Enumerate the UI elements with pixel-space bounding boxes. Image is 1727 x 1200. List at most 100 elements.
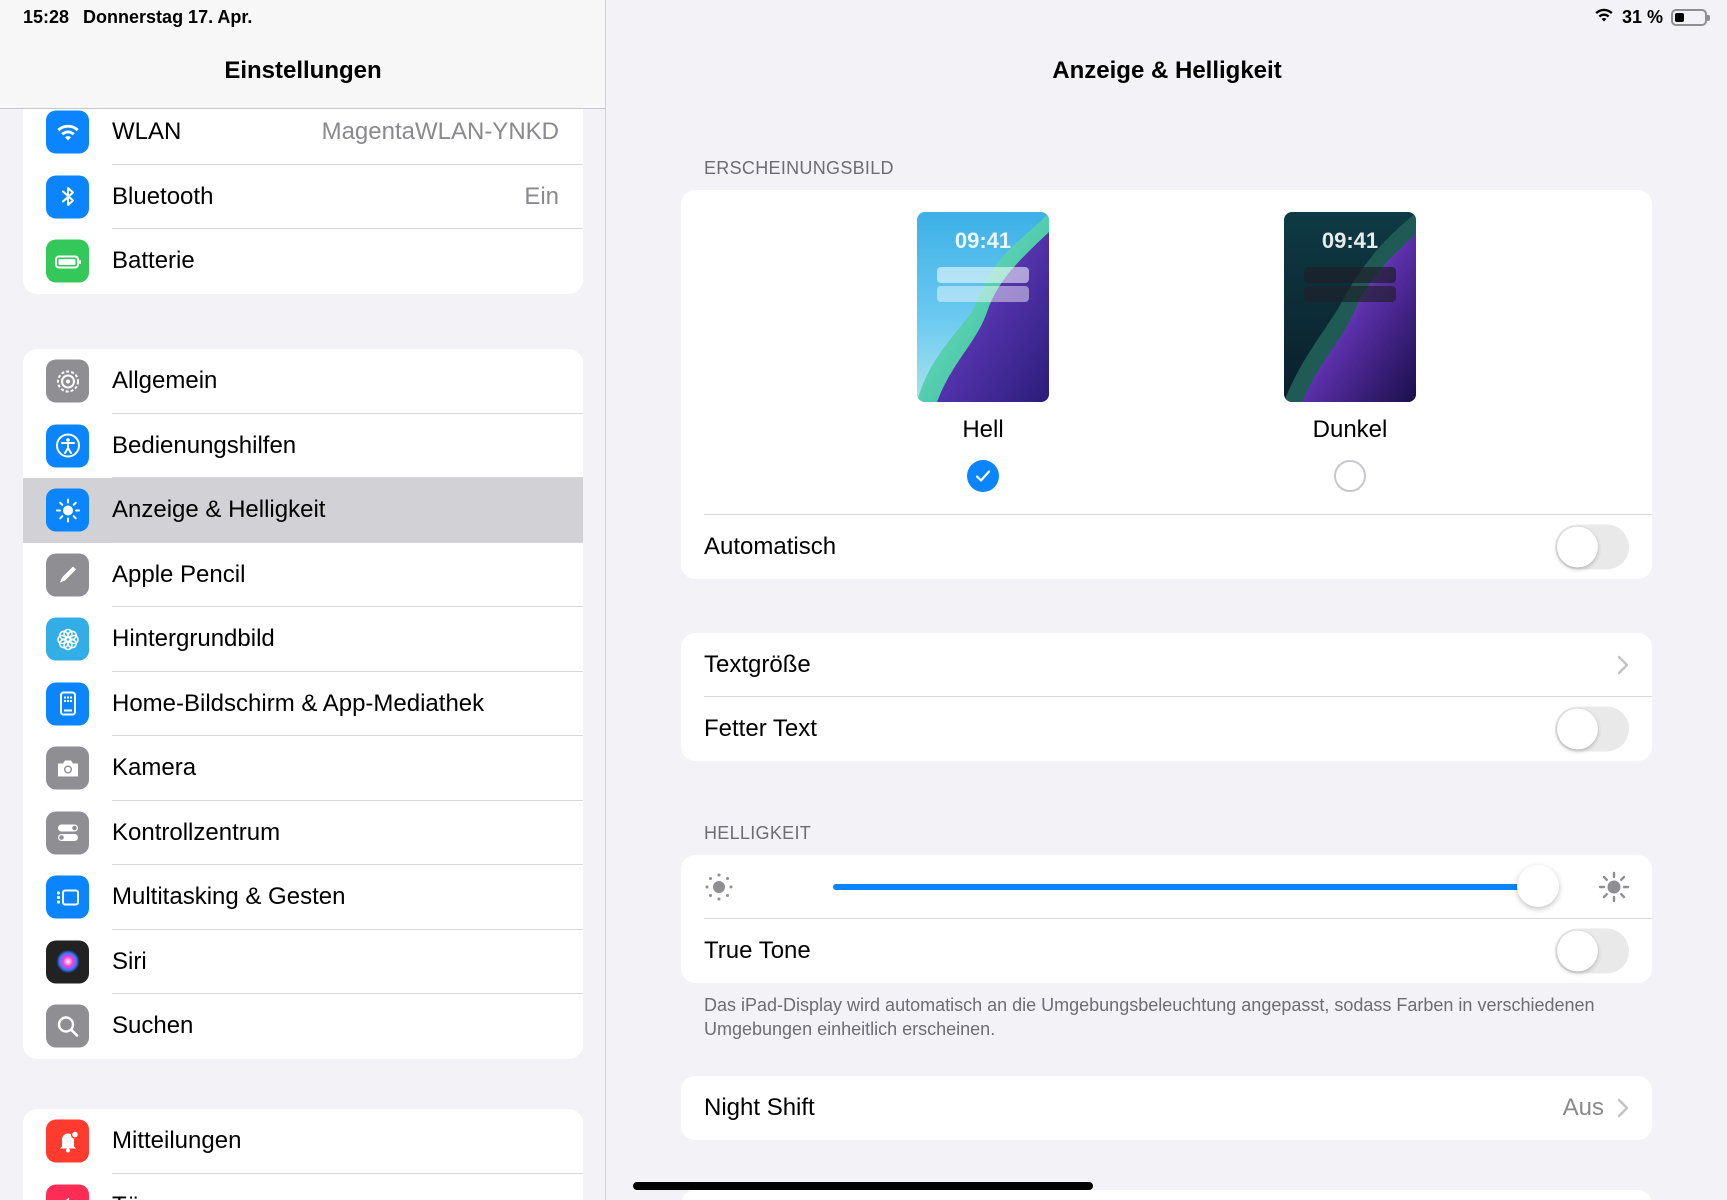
sidebar-item-value: MagentaWLAN-YNKD (321, 118, 559, 146)
wifi-status-icon (1594, 7, 1614, 28)
automatic-toggle[interactable] (1555, 524, 1629, 570)
sidebar-item-label: Multitasking & Gesten (112, 883, 346, 911)
chevron-right-icon (1617, 1098, 1629, 1118)
brightness-slider-row (681, 855, 1652, 919)
camera-icon (46, 746, 89, 790)
appearance-section-label: ERSCHEINUNGSBILD (704, 158, 894, 178)
settings-group-connectivity: WLAN MagentaWLAN-YNKD Bluetooth Ein Batterie (23, 100, 583, 294)
sidebar-item-kamera[interactable]: Kamera (23, 736, 583, 801)
switches-icon (46, 811, 89, 855)
sidebar: 15:28 Donnerstag 17. Apr. Einstellungen W… (0, 0, 606, 1200)
home-indicator[interactable] (633, 1182, 1093, 1190)
true-tone-row: True Tone (681, 919, 1652, 983)
status-time: 15:28 (23, 7, 70, 27)
sidebar-item-hintergrundbild[interactable]: Hintergrundbild (23, 607, 583, 672)
automatic-label: Automatisch (704, 533, 837, 560)
sidebar-item-label: Suchen (112, 1012, 194, 1040)
dark-preview-time: 09:41 (1321, 228, 1379, 253)
sidebar-item-mitteilungen[interactable]: Mitteilungen (23, 1109, 583, 1174)
sidebar-item-wlan[interactable]: WLAN MagentaWLAN-YNKD (23, 100, 583, 165)
brightness-card: True Tone (681, 855, 1652, 983)
battery-percentage: 31 % (1621, 7, 1663, 27)
sun-large-icon (1598, 871, 1630, 903)
brightness-slider-fill (833, 884, 1538, 890)
sidebar-item-töne[interactable]: Töne (23, 1174, 583, 1200)
sidebar-item-label: Kamera (112, 754, 197, 782)
accessibility-icon (46, 424, 89, 468)
toggle-knob (1557, 526, 1598, 568)
brightness-slider[interactable] (833, 865, 1559, 907)
sidebar-item-label: Siri (112, 947, 147, 975)
light-preview-widget (937, 286, 1029, 302)
checkmark-icon (975, 470, 991, 482)
pencil-icon (46, 553, 89, 597)
page-title: Anzeige & Helligkeit (1052, 57, 1282, 84)
sidebar-item-label: Bedienungshilfen (112, 431, 297, 459)
speaker-icon (46, 1184, 89, 1200)
theme-option-dark[interactable]: 09:41 Dunkel (1284, 212, 1416, 492)
sidebar-item-label: Mitteilungen (112, 1127, 242, 1155)
night-shift-label: Night Shift (704, 1094, 815, 1121)
light-preview-widget (937, 267, 1029, 283)
sidebar-item-label: Töne (112, 1192, 167, 1200)
multitasking-icon (46, 875, 89, 919)
home-screen-icon (46, 682, 89, 726)
sidebar-item-multitasking-gesten[interactable]: Multitasking & Gesten (23, 865, 583, 930)
sidebar-item-suchen[interactable]: Suchen (23, 994, 583, 1059)
light-preview-image[interactable]: 09:41 (917, 212, 1049, 402)
theme-dark-label: Dunkel (1312, 416, 1388, 443)
sidebar-item-kontrollzentrum[interactable]: Kontrollzentrum (23, 801, 583, 865)
night-shift-row[interactable]: Night Shift Aus (681, 1076, 1652, 1140)
text-size-row[interactable]: Textgröße (681, 633, 1652, 697)
flower-icon (46, 617, 89, 661)
magnifier-icon (46, 1004, 89, 1048)
text-card: Textgröße Fetter Text (681, 633, 1652, 761)
sidebar-item-label: Apple Pencil (112, 560, 246, 588)
appearance-card: 09:41 Hell 09:41 Dunkel Automatisch (681, 190, 1652, 579)
sidebar-item-allgemein[interactable]: Allgemein (23, 349, 583, 414)
sidebar-item-apple-pencil[interactable]: Apple Pencil (23, 543, 583, 607)
brightness-section-label: HELLIGKEIT (704, 823, 812, 843)
sidebar-item-bluetooth[interactable]: Bluetooth Ein (23, 165, 583, 229)
next-settings-card (681, 1190, 1652, 1200)
wifi-icon (46, 110, 89, 154)
sidebar-item-batterie[interactable]: Batterie (23, 229, 583, 294)
theme-option-light[interactable]: 09:41 Hell (917, 212, 1049, 492)
appearance-picker: 09:41 Hell 09:41 Dunkel (681, 190, 1652, 515)
automatic-row: Automatisch (681, 515, 1652, 579)
theme-dark-radio[interactable] (1334, 460, 1366, 492)
true-tone-label: True Tone (704, 937, 811, 964)
settings-group-notifications: Mitteilungen Töne (23, 1109, 583, 1200)
night-shift-card: Night Shift Aus (681, 1076, 1652, 1140)
bell-icon (46, 1119, 89, 1163)
bold-text-label: Fetter Text (704, 715, 817, 742)
light-preview-time: 09:41 (954, 228, 1012, 253)
dark-preview-image[interactable]: 09:41 (1284, 212, 1416, 402)
sidebar-item-siri[interactable]: Siri (23, 930, 583, 994)
battery-icon (46, 239, 89, 283)
sidebar-item-label: Anzeige & Helligkeit (112, 496, 326, 524)
sidebar-title: Einstellungen (224, 57, 382, 84)
text-size-label: Textgröße (704, 651, 811, 678)
bluetooth-icon (46, 175, 89, 219)
sidebar-item-anzeige-helligkeit[interactable]: Anzeige & Helligkeit (23, 478, 583, 543)
true-tone-toggle[interactable] (1555, 928, 1629, 974)
bold-text-toggle[interactable] (1555, 706, 1629, 752)
brightness-slider-thumb[interactable] (1516, 865, 1559, 907)
theme-light-radio[interactable] (967, 460, 999, 492)
status-bar-left: 15:28 Donnerstag 17. Apr. (23, 7, 266, 28)
detail-pane: 31 % Anzeige & Helligkeit ERSCHEINUNGSBI… (607, 0, 1727, 1200)
sidebar-item-home-bildschirm-app-mediathek[interactable]: Home-Bildschirm & App-Mediathek (23, 672, 583, 736)
siri-icon (46, 940, 89, 984)
sidebar-item-label: Hintergrundbild (112, 625, 275, 653)
toggle-knob (1557, 708, 1598, 750)
dark-preview-widget (1304, 267, 1396, 283)
gear-icon (46, 359, 89, 403)
toggle-knob (1557, 930, 1598, 972)
settings-group-system: Allgemein Bedienungshilfen Anzeige & Helli… (23, 349, 583, 1059)
sun-icon (46, 488, 89, 532)
night-shift-value: Aus (1562, 1094, 1604, 1121)
chevron-right-icon (1617, 655, 1629, 675)
sidebar-item-bedienungshilfen[interactable]: Bedienungshilfen (23, 414, 583, 478)
theme-light-label: Hell (962, 416, 1004, 443)
